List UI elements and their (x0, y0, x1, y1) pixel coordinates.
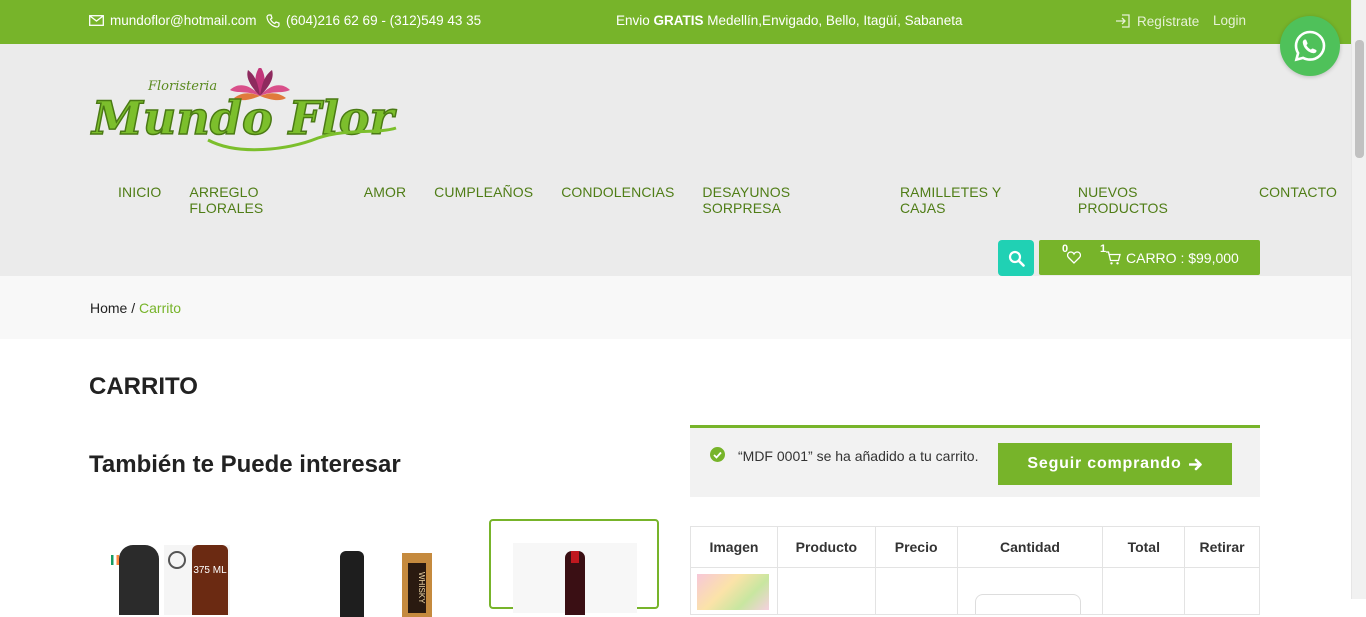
whatsapp-button[interactable] (1280, 16, 1340, 76)
breadcrumb-bar: Home / Carrito (0, 276, 1351, 339)
product-card-selected[interactable] (489, 519, 659, 615)
email-text: mundoflor@hotmail.com (110, 13, 257, 28)
cart-table: Imagen Producto Precio Cantidad Total Re… (690, 526, 1260, 615)
related-products-title: También te Puede interesar (89, 451, 401, 478)
search-button[interactable] (998, 240, 1034, 276)
shipping-suffix: Medellín,Envigado, Bello, Itagüí, Sabane… (703, 13, 963, 28)
contact-email[interactable]: mundoflor@hotmail.com (89, 13, 257, 28)
shipping-prefix: Envio (616, 13, 654, 28)
nav-desayunos-sorpresa[interactable]: DESAYUNOS SORPRESA (688, 184, 886, 216)
product-box: WHISKY (402, 553, 432, 617)
cart-item-thumbnail[interactable] (697, 574, 769, 610)
seal-icon (168, 551, 186, 569)
col-cantidad: Cantidad (956, 526, 1104, 568)
page-title: CARRITO (89, 373, 198, 400)
cart-item-product-cell (776, 567, 876, 615)
col-retirar: Retirar (1184, 526, 1260, 568)
contact-phones[interactable]: (604)216 62 69 - (312)549 43 35 (266, 13, 481, 28)
notice-message: “MDF 0001” se ha añadido a tu carrito. (738, 448, 979, 464)
mundoflor-logo[interactable]: Floristeria Mundo Flor (88, 68, 400, 158)
cart-icon (1106, 251, 1121, 265)
cart-item-quantity-cell (956, 567, 1104, 615)
login-text: Login (1213, 13, 1247, 28)
table-row (690, 567, 1260, 615)
main-nav: INICIO ARREGLO FLORALES AMOR CUMPLEAÑOS … (104, 184, 1351, 216)
cart-added-notice: “MDF 0001” se ha añadido a tu carrito. S… (690, 425, 1260, 497)
cart-item-total-cell (1102, 567, 1186, 615)
continue-shopping-label: Seguir comprando (1027, 455, 1182, 472)
check-circle-icon (710, 447, 725, 462)
breadcrumb-home[interactable]: Home (90, 300, 127, 316)
product-badge: WHISKY (408, 563, 426, 613)
bottle-cap (571, 551, 579, 563)
product-bottle (565, 551, 585, 615)
login-link[interactable]: Login (1213, 13, 1246, 28)
nav-nuevos-productos[interactable]: NUEVOS PRODUCTOS (1064, 184, 1245, 216)
logo-main-text: Mundo Flor (90, 91, 397, 145)
col-precio: Precio (874, 526, 958, 568)
product-card[interactable]: WHISKY (289, 519, 459, 617)
continue-shopping-button[interactable]: Seguir comprando (998, 443, 1232, 485)
site-header: Floristeria Mundo Flor INICIO ARREGLO FL… (0, 44, 1351, 276)
mail-icon (89, 15, 104, 26)
nav-ramilletes-y-cajas[interactable]: RAMILLETES Y CAJAS (886, 184, 1064, 216)
product-bottle (119, 545, 159, 615)
cart-item-image-cell (690, 567, 778, 615)
cart-summary-button[interactable]: 0 1 CARRO : $99,000 (1039, 240, 1260, 275)
whatsapp-icon (1294, 30, 1326, 62)
col-imagen: Imagen (690, 526, 778, 568)
product-image: 375 ML (164, 545, 230, 615)
cart-item-remove-cell (1184, 567, 1260, 615)
nav-amor[interactable]: AMOR (350, 184, 420, 216)
col-total: Total (1102, 526, 1186, 568)
heart-icon[interactable] (1067, 251, 1081, 264)
product-bottle (340, 551, 364, 617)
scrollbar-thumb[interactable] (1355, 40, 1364, 158)
nav-arreglo-florales[interactable]: ARREGLO FLORALES (175, 184, 349, 216)
shipping-bold: GRATIS (653, 13, 704, 28)
nav-inicio[interactable]: INICIO (104, 184, 175, 216)
flag-icon (111, 555, 119, 565)
page-scrollbar[interactable] (1351, 0, 1366, 599)
nav-condolencias[interactable]: CONDOLENCIAS (547, 184, 688, 216)
nav-contacto[interactable]: CONTACTO (1245, 184, 1351, 216)
nav-cumpleanos[interactable]: CUMPLEAÑOS (420, 184, 547, 216)
arrow-right-icon (1188, 458, 1202, 470)
product-badge: 375 ML (192, 545, 228, 615)
register-text: Regístrate (1137, 13, 1200, 29)
quantity-input[interactable] (974, 594, 1081, 614)
shipping-notice: Envio GRATIS Medellín,Envigado, Bello, I… (616, 13, 962, 28)
product-image (513, 543, 637, 615)
top-bar: mundoflor@hotmail.com (604)216 62 69 - (… (0, 0, 1351, 44)
breadcrumb: Home / Carrito (90, 300, 181, 316)
cart-total-label: CARRO : $99,000 (1126, 250, 1239, 266)
phone-icon (266, 13, 280, 28)
register-link[interactable]: Regístrate (1115, 13, 1199, 29)
product-card[interactable]: 375 ML (89, 519, 259, 615)
col-producto: Producto (776, 526, 876, 568)
login-icon (1116, 14, 1130, 28)
phones-text: (604)216 62 69 - (312)549 43 35 (286, 13, 482, 28)
breadcrumb-current: Carrito (139, 300, 182, 316)
cart-item-price-cell (874, 567, 958, 615)
cart-table-header: Imagen Producto Precio Cantidad Total Re… (690, 526, 1260, 568)
search-icon (1008, 250, 1025, 267)
breadcrumb-separator: / (127, 300, 140, 316)
